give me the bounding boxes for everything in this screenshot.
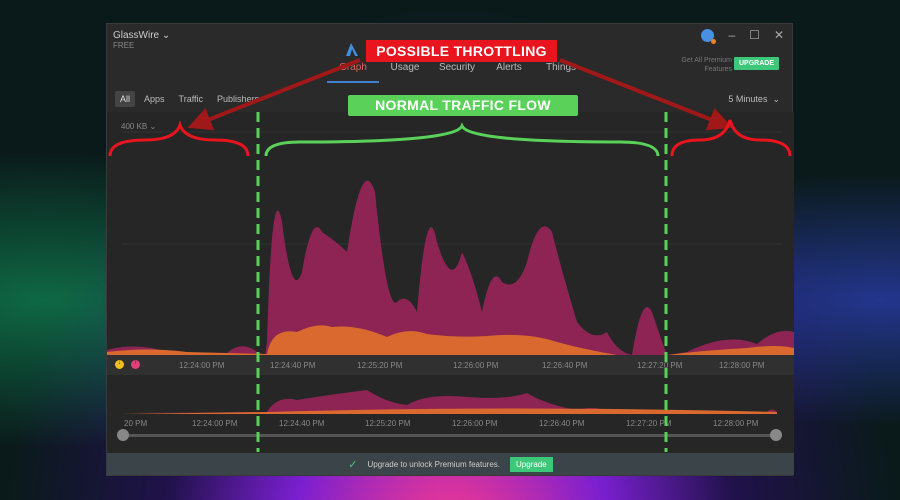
red-brace-right [670, 119, 792, 157]
throttling-label: POSSIBLE THROTTLING [366, 40, 557, 62]
arrow-left [187, 58, 361, 131]
normal-flow-label: NORMAL TRAFFIC FLOW [348, 95, 578, 116]
annotation-overlay [108, 58, 792, 452]
arrow-right [559, 58, 733, 131]
green-brace [264, 122, 660, 157]
red-brace-left [108, 120, 250, 157]
